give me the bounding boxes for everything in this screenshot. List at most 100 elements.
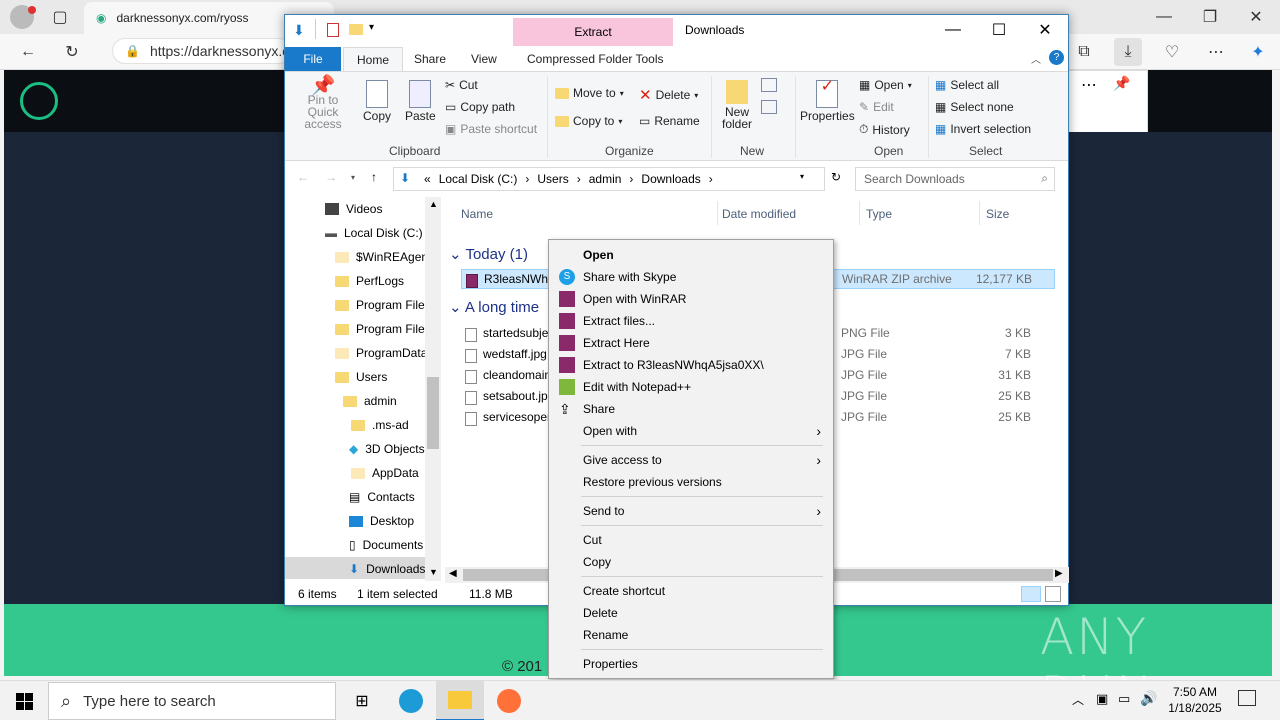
nav-item-videos[interactable]: Videos <box>325 197 382 221</box>
scroll-up-icon[interactable]: ▲ <box>429 199 438 209</box>
copy-button[interactable]: Copy <box>363 80 391 122</box>
path-segment-local-disk[interactable]: Local Disk (C:) <box>439 172 518 186</box>
scroll-right-icon[interactable]: ▶ <box>1055 568 1063 579</box>
menu-item-rename[interactable]: Rename <box>549 624 833 646</box>
menu-item-edit-notepadpp[interactable]: Edit with Notepad++ <box>549 376 833 398</box>
select-none-button[interactable]: ▦ Select none <box>935 100 1014 114</box>
address-bar[interactable]: 🔒 https://darknessonyx.c <box>112 38 292 64</box>
path-segment-downloads[interactable]: Downloads <box>641 172 700 186</box>
menu-item-open[interactable]: Open <box>549 244 833 266</box>
help-icon[interactable]: ? <box>1049 50 1064 65</box>
nav-scrollbar[interactable]: ▲ ▼ <box>425 197 441 581</box>
tab-file[interactable]: File <box>285 47 341 71</box>
scroll-down-icon[interactable]: ▼ <box>429 567 438 577</box>
menu-item-open-with[interactable]: Open with › <box>549 420 833 442</box>
properties-button[interactable]: ✓ Properties <box>800 79 855 123</box>
copilot-icon[interactable]: ✦ <box>1244 38 1272 66</box>
select-all-button[interactable]: ▦ Select all <box>935 78 999 92</box>
nav-item-programdata[interactable]: ProgramData <box>335 341 427 365</box>
nav-item-local-disk[interactable]: ▬ Local Disk (C:) <box>325 221 423 245</box>
tab-view[interactable]: View <box>458 47 510 71</box>
column-size[interactable]: Size <box>986 207 1009 221</box>
quick-access-down-icon[interactable]: ⬇ <box>293 22 305 39</box>
scroll-left-icon[interactable]: ◀ <box>449 568 457 579</box>
edit-button[interactable]: ✎ Edit <box>859 100 894 114</box>
start-button[interactable] <box>0 681 48 720</box>
firefox-taskbar-button[interactable] <box>485 681 533 720</box>
tab-compressed-folder-tools[interactable]: Compressed Folder Tools <box>514 47 677 71</box>
tab-share[interactable]: Share <box>401 47 459 71</box>
menu-item-delete[interactable]: Delete <box>549 602 833 624</box>
menu-item-properties[interactable]: Properties <box>549 653 833 675</box>
notifications-icon[interactable] <box>1238 690 1256 706</box>
menu-item-restore-versions[interactable]: Restore previous versions <box>549 471 833 493</box>
new-item-icon[interactable] <box>761 78 777 92</box>
new-folder-qa-icon[interactable] <box>349 24 363 38</box>
search-downloads-input[interactable]: Search Downloads ⌕ <box>855 167 1055 191</box>
more-menu-icon[interactable]: ⋯ <box>1202 38 1230 66</box>
forward-arrow-icon[interactable]: → <box>325 170 337 184</box>
collections-icon[interactable]: ⧉ <box>1070 38 1098 66</box>
edge-taskbar-button[interactable] <box>387 681 435 720</box>
nav-item-downloads[interactable]: ⬇ Downloads <box>285 557 440 579</box>
minimize-icon[interactable]: — <box>930 15 976 45</box>
nav-item-ms-ad[interactable]: .ms-ad <box>351 413 409 437</box>
nav-item-perflogs[interactable]: PerfLogs <box>335 269 404 293</box>
details-view-icon[interactable] <box>1021 586 1041 602</box>
collapse-ribbon-icon[interactable]: ︿ <box>1031 51 1041 66</box>
refresh-icon[interactable]: ↻ <box>58 38 86 66</box>
nav-item-program-files-x86[interactable]: Program Files <box>335 317 431 341</box>
minimize-browser-icon[interactable]: — <box>1150 3 1178 31</box>
browser-essentials-icon[interactable]: ♡ <box>1158 38 1186 66</box>
customize-qa-icon[interactable]: ▾ <box>369 22 374 33</box>
nav-item-appdata[interactable]: AppData <box>351 461 419 485</box>
path-overflow[interactable]: « <box>424 172 431 186</box>
nav-item-contacts[interactable]: ▤ Contacts <box>349 485 415 509</box>
group-header-today[interactable]: ⌄ Today (1) <box>449 245 528 263</box>
menu-item-open-winrar[interactable]: Open with WinRAR <box>549 288 833 310</box>
menu-item-share[interactable]: ⇪ Share <box>549 398 833 420</box>
column-name[interactable]: Name <box>461 207 493 221</box>
nav-item-documents[interactable]: ▯ Documents <box>349 533 423 557</box>
open-button[interactable]: ▦ Open ▾ <box>859 78 912 92</box>
nav-item-desktop[interactable]: Desktop <box>349 509 414 533</box>
nav-item-program-files[interactable]: Program Files <box>335 293 431 317</box>
menu-item-send-to[interactable]: Send to › <box>549 500 833 522</box>
copy-path-button[interactable]: ▭ Copy path <box>445 100 515 114</box>
nav-item-3d-objects[interactable]: ◆ 3D Objects <box>349 437 425 461</box>
tab-actions-icon[interactable]: ▢ <box>46 3 74 31</box>
pin-quick-access-button[interactable]: 📌 Pin to Quick access <box>291 76 355 130</box>
history-button[interactable]: ⏱ History <box>859 122 910 137</box>
tab-home[interactable]: Home <box>343 47 404 71</box>
tray-device-icon[interactable]: ▣ <box>1096 691 1108 707</box>
taskbar-search-box[interactable]: ⌕ Type here to search <box>48 682 336 720</box>
up-arrow-icon[interactable]: ↑ <box>371 170 377 184</box>
column-date-modified[interactable]: Date modified <box>722 207 796 221</box>
rename-button[interactable]: ▭ Rename <box>639 114 700 128</box>
back-icon[interactable]: ← <box>14 38 42 66</box>
column-type[interactable]: Type <box>866 207 892 221</box>
path-dropdown-icon[interactable]: ▾ <box>800 172 804 181</box>
copy-to-button[interactable]: Copy to ▾ <box>555 114 622 128</box>
cut-button[interactable]: ✂ Cut <box>445 78 478 92</box>
path-segment-users[interactable]: Users <box>537 172 568 186</box>
delete-button[interactable]: ✕ Delete ▾ <box>639 86 698 104</box>
volume-icon[interactable]: 🔊 <box>1140 690 1157 707</box>
menu-item-give-access[interactable]: Give access to › <box>549 449 833 471</box>
nav-item-users[interactable]: Users <box>335 365 387 389</box>
easy-access-icon[interactable] <box>761 100 777 114</box>
menu-item-share-skype[interactable]: S Share with Skype <box>549 266 833 288</box>
downloads-icon[interactable]: ⤓ <box>1114 38 1142 66</box>
invert-selection-button[interactable]: ▦ Invert selection <box>935 122 1031 136</box>
recent-locations-icon[interactable]: ▾ <box>351 173 355 182</box>
nav-scroll-thumb[interactable] <box>427 377 439 449</box>
menu-item-copy[interactable]: Copy <box>549 551 833 573</box>
menu-item-extract-here[interactable]: Extract Here <box>549 332 833 354</box>
explorer-taskbar-button[interactable] <box>436 681 484 720</box>
nav-item-admin[interactable]: admin <box>343 389 397 413</box>
back-arrow-icon[interactable]: ← <box>297 170 309 184</box>
paste-shortcut-button[interactable]: ▣ Paste shortcut <box>445 122 537 136</box>
move-to-button[interactable]: Move to ▾ <box>555 86 624 100</box>
nav-item-winreagent[interactable]: $WinREAgent <box>335 245 431 269</box>
menu-item-extract-to[interactable]: Extract to R3leasNWhqA5jsa0XX\ <box>549 354 833 376</box>
